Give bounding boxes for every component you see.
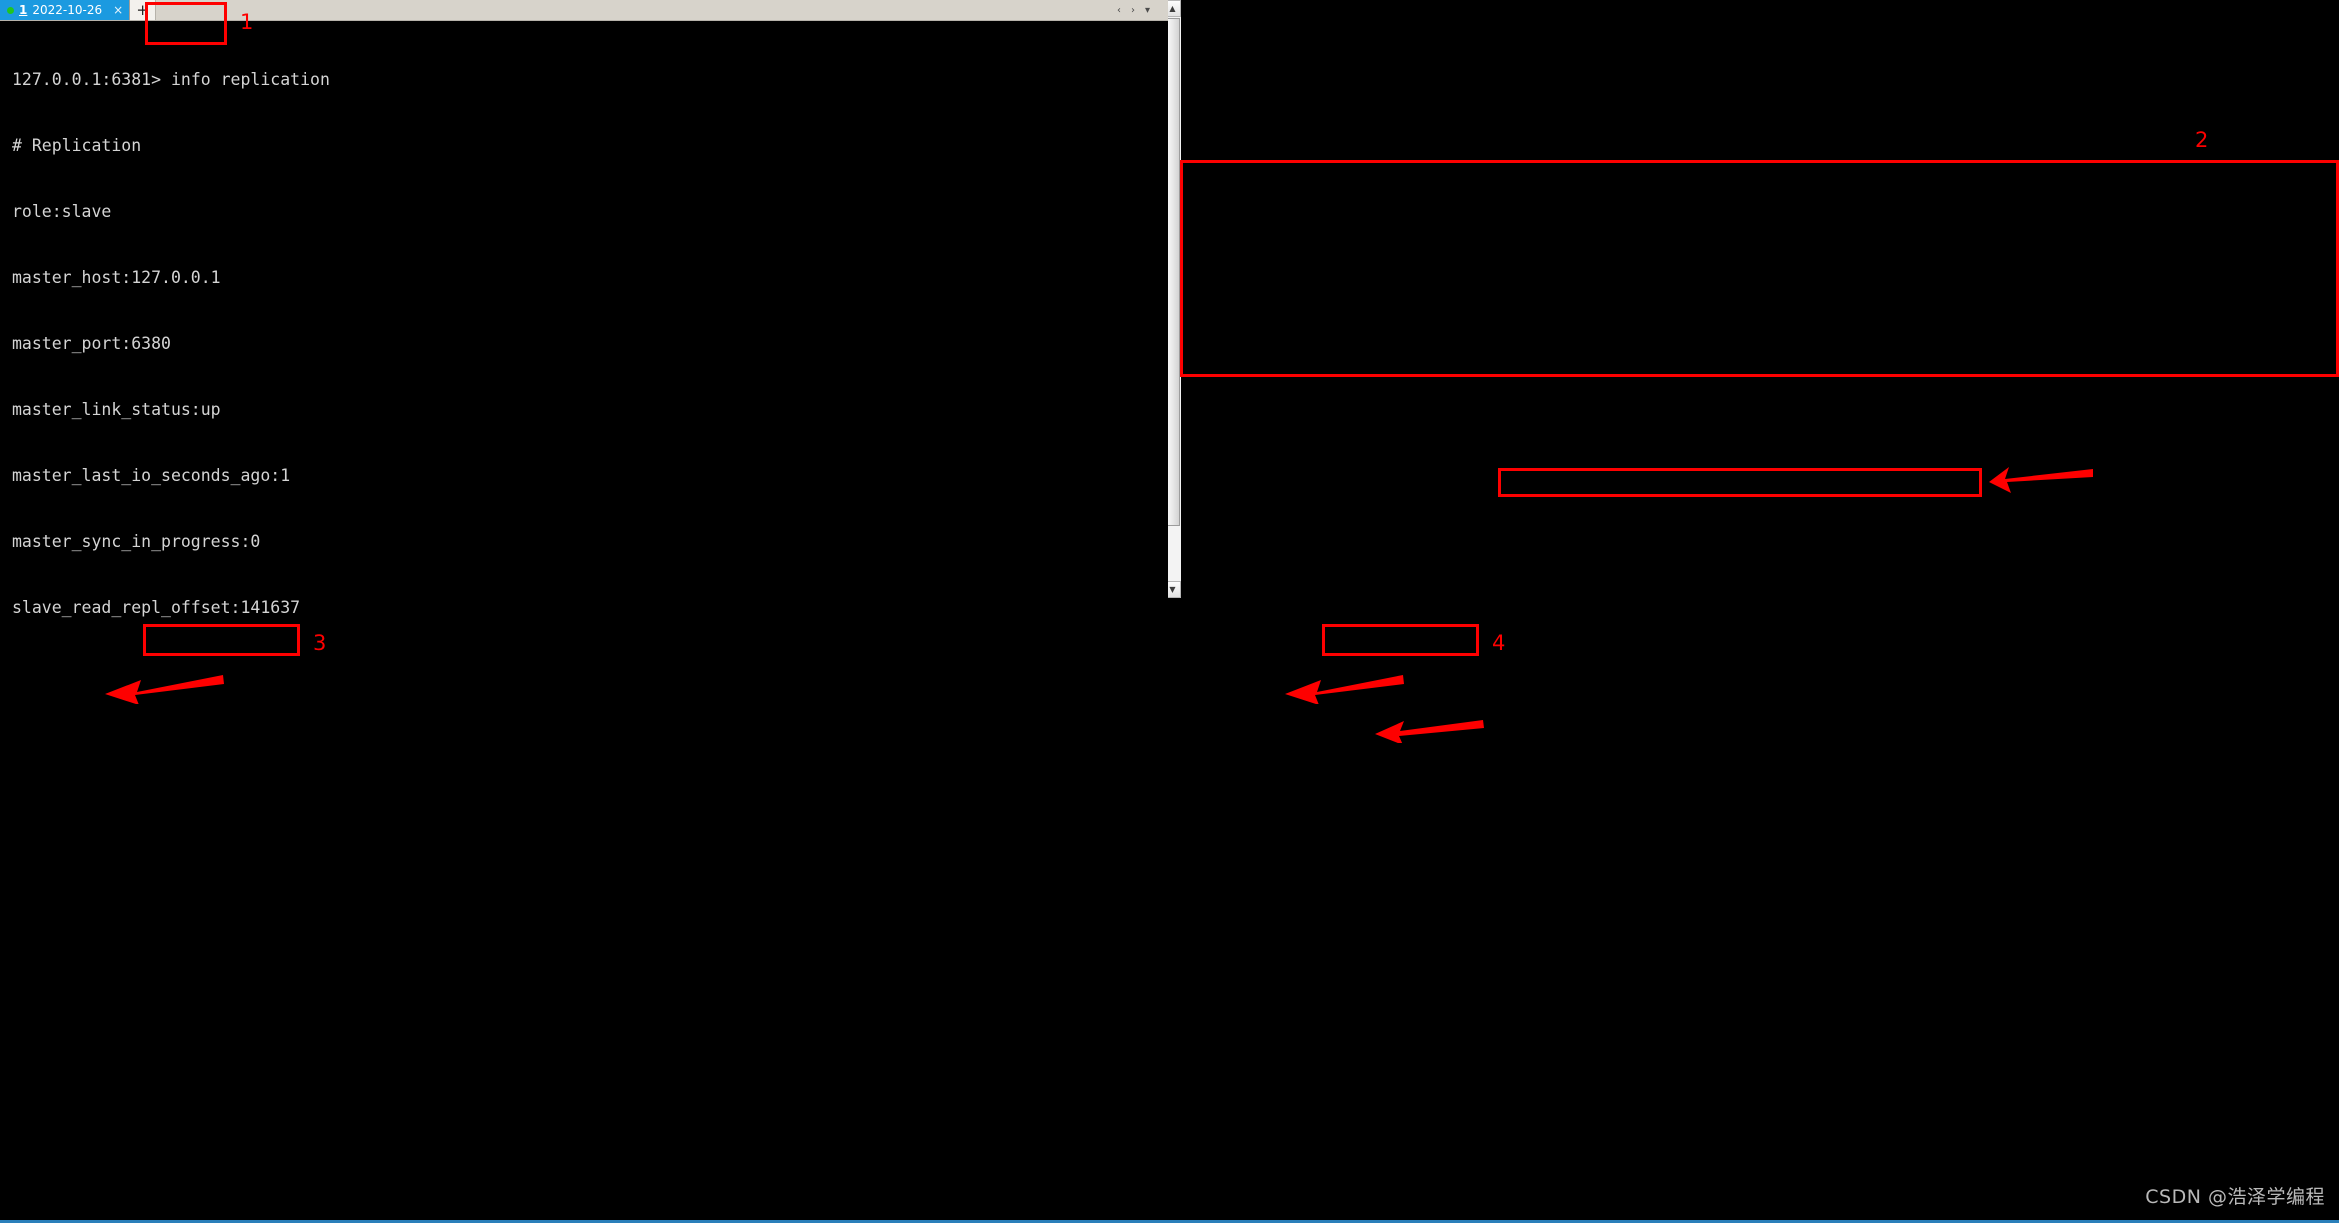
output-line: # Replication: [12, 136, 142, 155]
output-line-master-port: master_port:6380: [12, 334, 171, 353]
command-info-replication: info replication: [170, 70, 330, 89]
tabbar-spacer: [156, 0, 1117, 20]
annotation-number-2: 2: [2195, 128, 2209, 152]
annotation-arrow-role-master: [105, 675, 224, 704]
output-line: master_link_status:up: [12, 400, 221, 419]
chevron-left-icon[interactable]: ‹: [1117, 5, 1121, 16]
output-line: master_host:127.0.0.1: [12, 268, 221, 287]
tabbar-nav[interactable]: ‹ › ▾: [1117, 0, 1159, 20]
output-line: slave_read_repl_offset:141637: [12, 598, 301, 617]
tab-label: 2022-10-26: [32, 3, 103, 17]
prompt-6381: 127.0.0.1:6381>: [12, 70, 171, 89]
chevron-right-icon[interactable]: ›: [1131, 5, 1135, 16]
annotation-arrow-switch-master: [1989, 467, 2093, 493]
close-icon[interactable]: ×: [113, 3, 123, 17]
output-line: master_sync_in_progress:0: [12, 532, 261, 551]
new-tab-button[interactable]: +: [130, 0, 157, 20]
annotation-arrow-role-slave: [1285, 675, 1404, 704]
annotation-box-switch-master: [1498, 468, 1982, 497]
output-line-role: role:slave: [12, 202, 112, 221]
output-line: master_last_io_seconds_ago:1: [12, 466, 291, 485]
annotation-box-3: [143, 624, 300, 656]
annotation-arrow-master-port: [1375, 720, 1484, 743]
application-window: 127.0.0.1:6379> shutdown not connected> …: [0, 0, 2339, 1223]
panel-splitter-horizontal[interactable]: [0, 592, 1168, 598]
terminal-command-line: 127.0.0.1:6381> info replication: [12, 69, 1153, 91]
csdn-watermark: CSDN @浩泽学编程: [2145, 1186, 2325, 1208]
annotation-number-4: 4: [1492, 631, 1506, 655]
terminal-output-6381: 127.0.0.1:6381> info replication # Repli…: [0, 21, 1159, 625]
annotation-box-2: [1180, 160, 2339, 377]
tabbar-bottom-right[interactable]: 1 2022-10-26 × + ‹ › ▾: [0, 0, 1159, 21]
terminal-body-6381: 127.0.0.1:6381> info replication # Repli…: [0, 21, 1159, 625]
status-dot-icon: [7, 6, 14, 14]
panel-bottom-right-terminal[interactable]: 1 2022-10-26 × + ‹ › ▾ 127.0.0.1:6381> i…: [0, 0, 1159, 625]
chevron-down-icon[interactable]: ▾: [1145, 5, 1150, 16]
annotation-number-3: 3: [313, 631, 327, 655]
annotation-box-4: [1322, 624, 1479, 656]
tab-number: 1: [19, 3, 28, 17]
tab-session-6381[interactable]: 1 2022-10-26 ×: [0, 0, 131, 20]
